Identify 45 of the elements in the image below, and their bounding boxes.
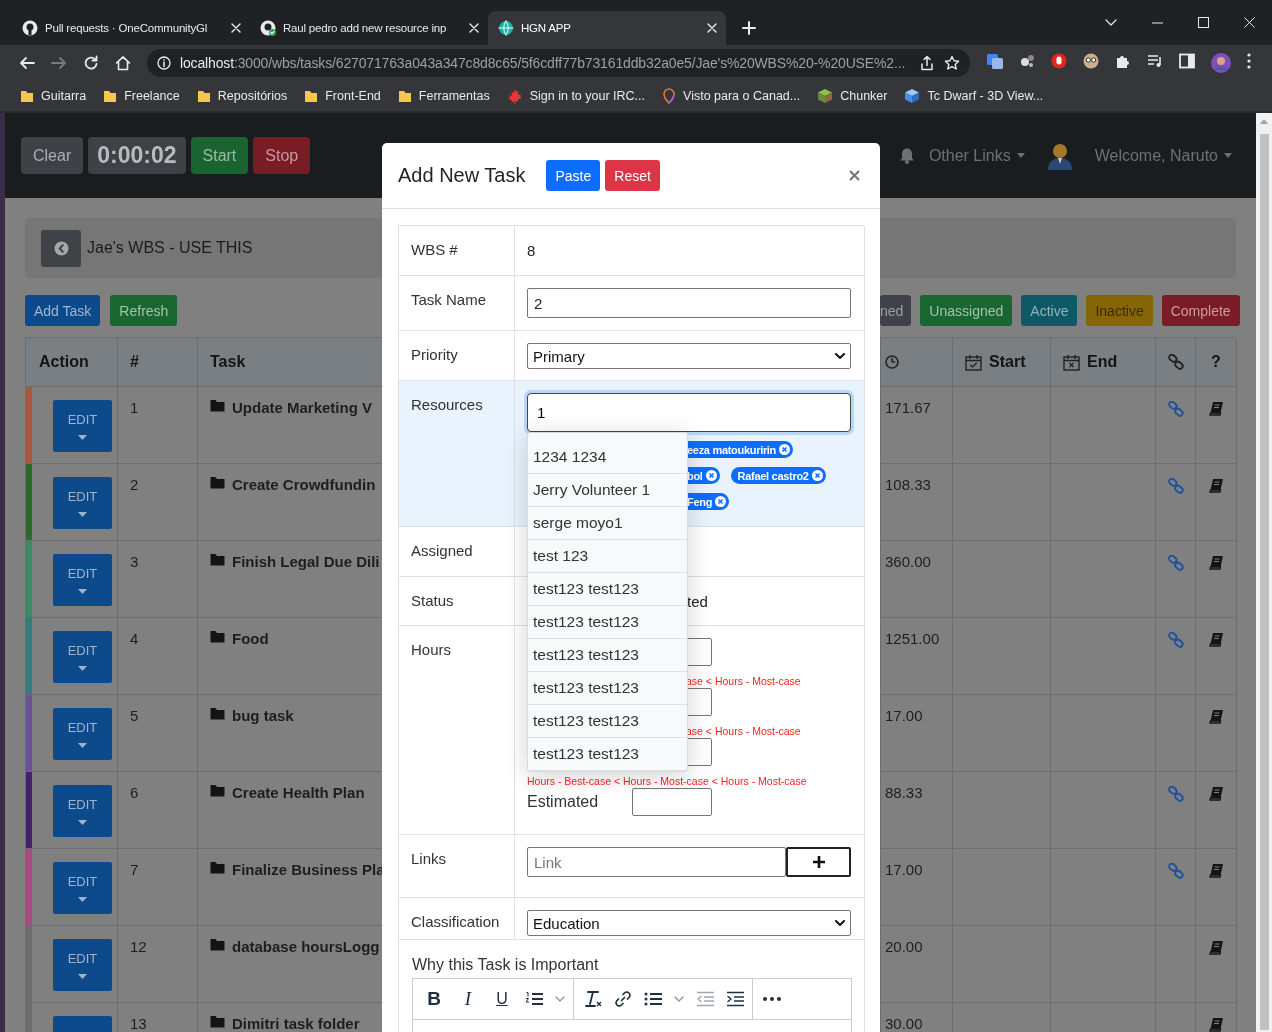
field-label: Estimated xyxy=(527,793,600,811)
column-header: Start xyxy=(989,353,1026,371)
column-header: Action xyxy=(39,353,89,371)
row-number: 12 xyxy=(130,938,147,955)
column-header: ? xyxy=(1211,353,1221,371)
hours-value: 360.00 xyxy=(885,553,931,570)
hours-value: 17.00 xyxy=(885,861,923,878)
column-header: # xyxy=(130,353,139,371)
row-number: 7 xyxy=(130,861,139,878)
hours-value: 30.00 xyxy=(885,1015,923,1032)
field-label: Hours xyxy=(411,641,451,658)
field-label: Links xyxy=(411,850,447,867)
hours-value: 17.00 xyxy=(885,707,923,724)
row-number: 2 xyxy=(130,476,139,493)
hours-value: 88.33 xyxy=(885,784,923,801)
hours-value: 108.33 xyxy=(885,476,931,493)
resource-chip: bol xyxy=(686,467,720,484)
column-header: End xyxy=(1087,353,1118,371)
row-number: 1 xyxy=(130,399,139,416)
row-number: 3 xyxy=(130,553,139,570)
field-label: Status xyxy=(411,592,454,609)
field-label: Classification xyxy=(411,913,500,930)
hours-value: 20.00 xyxy=(885,938,923,955)
column-header: Task xyxy=(210,353,246,371)
hours-value: 1251.00 xyxy=(885,630,940,647)
resource-chip: eeza matoukuririn xyxy=(686,441,794,458)
wbs-title: Jae's WBS - USE THIS xyxy=(87,239,253,257)
field-value: ted xyxy=(687,593,708,610)
error-message: Hours - Best-case < Hours - Most-case < Hours - Most-case xyxy=(527,775,808,787)
hours-value: 171.67 xyxy=(885,399,931,416)
field-value: 8 xyxy=(527,242,536,259)
field-label: Why this Task is Important xyxy=(412,956,600,974)
row-number: 5 xyxy=(130,707,139,724)
field-label: WBS # xyxy=(411,241,458,258)
dialog-title: Add New Task xyxy=(398,164,526,187)
field-label: Priority xyxy=(411,346,458,363)
resource-chip: Rafael castro2 xyxy=(730,467,826,484)
field-label: Task Name xyxy=(411,291,487,308)
timer-display: 0:00:02 xyxy=(88,137,186,174)
row-number: 6 xyxy=(130,784,139,801)
field-label: Assigned xyxy=(411,542,473,559)
row-number: 4 xyxy=(130,630,139,647)
field-label: Resources xyxy=(411,396,483,413)
row-number: 13 xyxy=(130,1015,147,1032)
resource-chip: Feng xyxy=(686,493,730,510)
